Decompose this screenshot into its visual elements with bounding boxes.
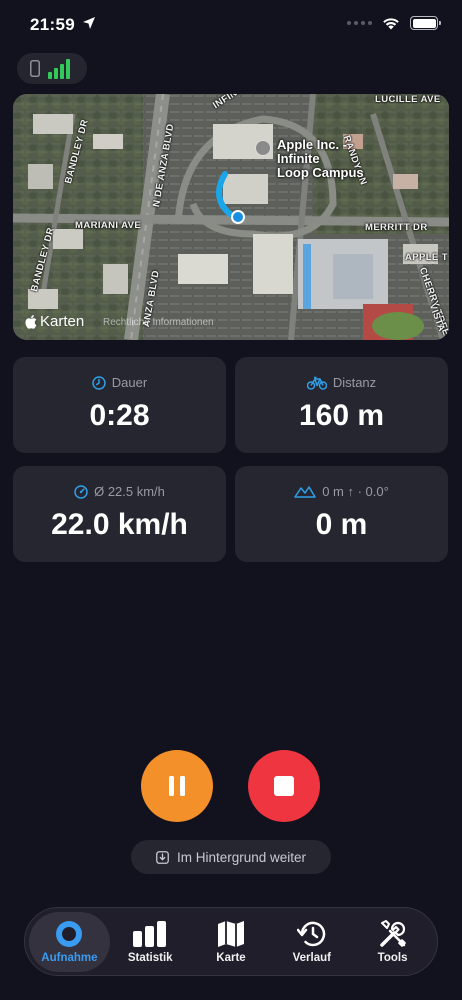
maps-brand: Karten bbox=[25, 313, 84, 330]
tab-statistik[interactable]: Statistik bbox=[110, 912, 191, 972]
route-map[interactable]: INFINITE LOOP LUCILLE AVE BANDLEY DR N D… bbox=[13, 94, 449, 340]
status-bar: 21:59 bbox=[0, 0, 462, 50]
tab-verlauf[interactable]: Verlauf bbox=[271, 912, 352, 972]
bicycle-icon bbox=[306, 376, 327, 390]
apple-logo-icon bbox=[25, 314, 37, 329]
street-label: APPLE T bbox=[405, 252, 448, 263]
stat-label: Distanz bbox=[332, 375, 377, 390]
signal-strength-icon bbox=[48, 58, 70, 79]
tab-aufnahme[interactable]: Aufnahme bbox=[29, 911, 110, 972]
stat-label: Ø 22.5 km/h bbox=[94, 484, 165, 499]
stat-label: Dauer bbox=[111, 375, 148, 390]
stat-card-elevation: 0 m ↑ · 0.0° 0 m bbox=[235, 466, 448, 562]
stop-icon bbox=[274, 776, 294, 796]
folded-map-icon bbox=[217, 920, 244, 947]
wrench-screwdriver-icon bbox=[379, 919, 406, 947]
building-icon bbox=[255, 140, 271, 156]
battery-icon bbox=[410, 16, 441, 30]
stat-card-duration: Dauer 0:28 bbox=[13, 357, 226, 453]
tab-label: Verlauf bbox=[292, 951, 331, 964]
gps-status-pill[interactable] bbox=[17, 53, 87, 84]
status-time: 21:59 bbox=[30, 15, 75, 34]
stat-value: 0 m bbox=[315, 508, 368, 541]
legal-info-link[interactable]: Rechtliche Informationen bbox=[103, 317, 214, 328]
phone-icon bbox=[30, 60, 40, 77]
continue-in-background-button[interactable]: Im Hintergrund weiter bbox=[131, 840, 331, 874]
clock-icon bbox=[92, 375, 106, 390]
tab-karte[interactable]: Karte bbox=[191, 912, 272, 972]
street-label: MARIANI AVE bbox=[75, 220, 142, 231]
stat-label: 0 m ↑ · 0.0° bbox=[322, 484, 389, 499]
stop-button[interactable] bbox=[248, 750, 320, 822]
tab-label: Aufnahme bbox=[41, 951, 98, 964]
continue-in-background-label: Im Hintergrund weiter bbox=[176, 849, 307, 865]
maps-brand-label: Karten bbox=[40, 313, 85, 330]
tab-label: Statistik bbox=[127, 951, 173, 964]
location-arrow-icon bbox=[83, 17, 95, 29]
bar-chart-icon bbox=[133, 920, 167, 947]
signal-dots-icon bbox=[347, 21, 372, 25]
map-poi[interactable]: Apple Inc. - Infinite Loop Campus bbox=[255, 138, 364, 180]
history-icon bbox=[296, 921, 325, 946]
stat-value: 160 m bbox=[298, 399, 385, 432]
speedometer-icon bbox=[74, 484, 88, 499]
download-tray-icon bbox=[156, 850, 169, 864]
tab-bar: Aufnahme Statistik Karte Verlauf Tools bbox=[24, 907, 438, 976]
street-label: MERRITT DR bbox=[365, 222, 428, 233]
stat-card-speed: Ø 22.5 km/h 22.0 km/h bbox=[13, 466, 226, 562]
mountains-icon bbox=[294, 486, 316, 498]
tab-tools[interactable]: Tools bbox=[352, 912, 433, 972]
wifi-icon bbox=[383, 17, 399, 29]
current-position-dot bbox=[233, 212, 243, 222]
street-label: LUCILLE AVE bbox=[375, 94, 441, 105]
pause-icon bbox=[169, 776, 185, 796]
tab-label: Tools bbox=[377, 951, 408, 964]
stat-value: 0:28 bbox=[89, 399, 150, 432]
tab-label: Karte bbox=[216, 951, 246, 964]
pause-button[interactable] bbox=[141, 750, 213, 822]
record-icon bbox=[56, 920, 83, 947]
poi-label: Apple Inc. - Infinite Loop Campus bbox=[277, 137, 364, 180]
stat-card-distance: Distanz 160 m bbox=[235, 357, 448, 453]
stat-value: 22.0 km/h bbox=[51, 508, 188, 541]
